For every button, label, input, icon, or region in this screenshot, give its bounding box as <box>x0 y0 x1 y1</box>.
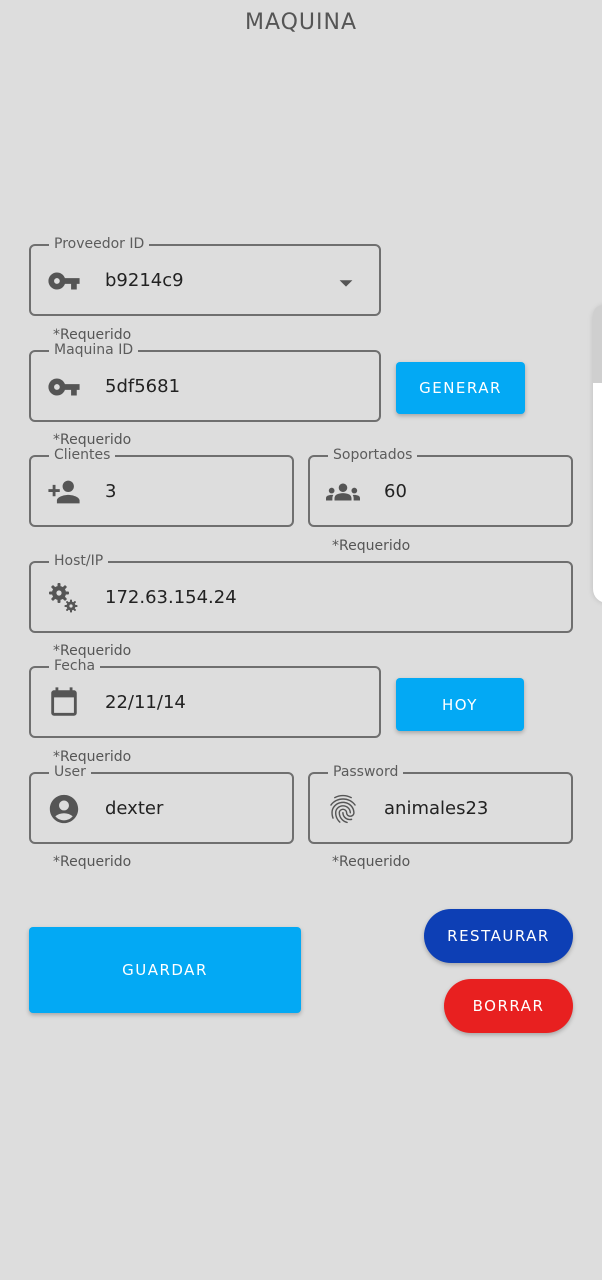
gears-icon <box>47 581 81 615</box>
password-hint: *Requerido <box>332 854 411 870</box>
clientes-field[interactable]: Clientes 3 <box>29 447 294 527</box>
proveedor-id-hint: *Requerido <box>53 327 132 343</box>
page-title: MAQUINA <box>244 10 358 35</box>
password-value: animales23 <box>384 798 489 819</box>
host-ip-value: 172.63.154.24 <box>105 587 237 608</box>
maquina-id-field[interactable]: Maquina ID 5df5681 <box>29 342 381 422</box>
calendar-icon <box>47 686 81 720</box>
fecha-label: Fecha <box>49 658 101 674</box>
key-icon <box>47 264 81 298</box>
password-field[interactable]: Password animales23 <box>308 764 573 844</box>
soportados-hint: *Requerido <box>332 538 411 554</box>
user-label: User <box>49 764 91 780</box>
password-label: Password <box>328 764 404 780</box>
proveedor-id-label: Proveedor ID <box>49 236 150 252</box>
soportados-value: 60 <box>384 481 407 502</box>
user-hint: *Requerido <box>53 854 132 870</box>
host-ip-hint: *Requerido <box>53 643 132 659</box>
proveedor-id-value: b9214c9 <box>105 270 184 291</box>
user-field[interactable]: User dexter <box>29 764 294 844</box>
person-add-icon <box>47 475 81 509</box>
fecha-hint: *Requerido <box>53 749 132 765</box>
people-icon <box>326 475 360 509</box>
clientes-value: 3 <box>105 481 117 502</box>
key-icon <box>47 370 81 404</box>
user-value: dexter <box>105 798 164 819</box>
host-ip-label: Host/IP <box>49 553 109 569</box>
restaurar-button[interactable]: RESTAURAR <box>424 909 573 963</box>
clientes-label: Clientes <box>49 447 116 463</box>
host-ip-field[interactable]: Host/IP 172.63.154.24 <box>29 553 573 633</box>
dropdown-arrow-icon[interactable] <box>335 272 357 294</box>
proveedor-id-select[interactable]: Proveedor ID b9214c9 <box>29 236 381 316</box>
guardar-button[interactable]: GUARDAR <box>29 927 301 1013</box>
maquina-id-hint: *Requerido <box>53 432 132 448</box>
edge-panel-tab <box>593 305 602 383</box>
soportados-label: Soportados <box>328 447 418 463</box>
fecha-value: 22/11/14 <box>105 692 186 713</box>
hoy-button[interactable]: HOY <box>396 678 524 731</box>
fecha-field[interactable]: Fecha 22/11/14 <box>29 658 381 738</box>
fingerprint-icon <box>326 792 360 826</box>
account-circle-icon <box>47 792 81 826</box>
maquina-id-value: 5df5681 <box>105 376 181 397</box>
edge-panel-handle[interactable] <box>593 305 602 603</box>
soportados-field[interactable]: Soportados 60 <box>308 447 573 527</box>
borrar-button[interactable]: BORRAR <box>444 979 573 1033</box>
generar-button[interactable]: GENERAR <box>396 362 525 414</box>
maquina-id-label: Maquina ID <box>49 342 139 358</box>
